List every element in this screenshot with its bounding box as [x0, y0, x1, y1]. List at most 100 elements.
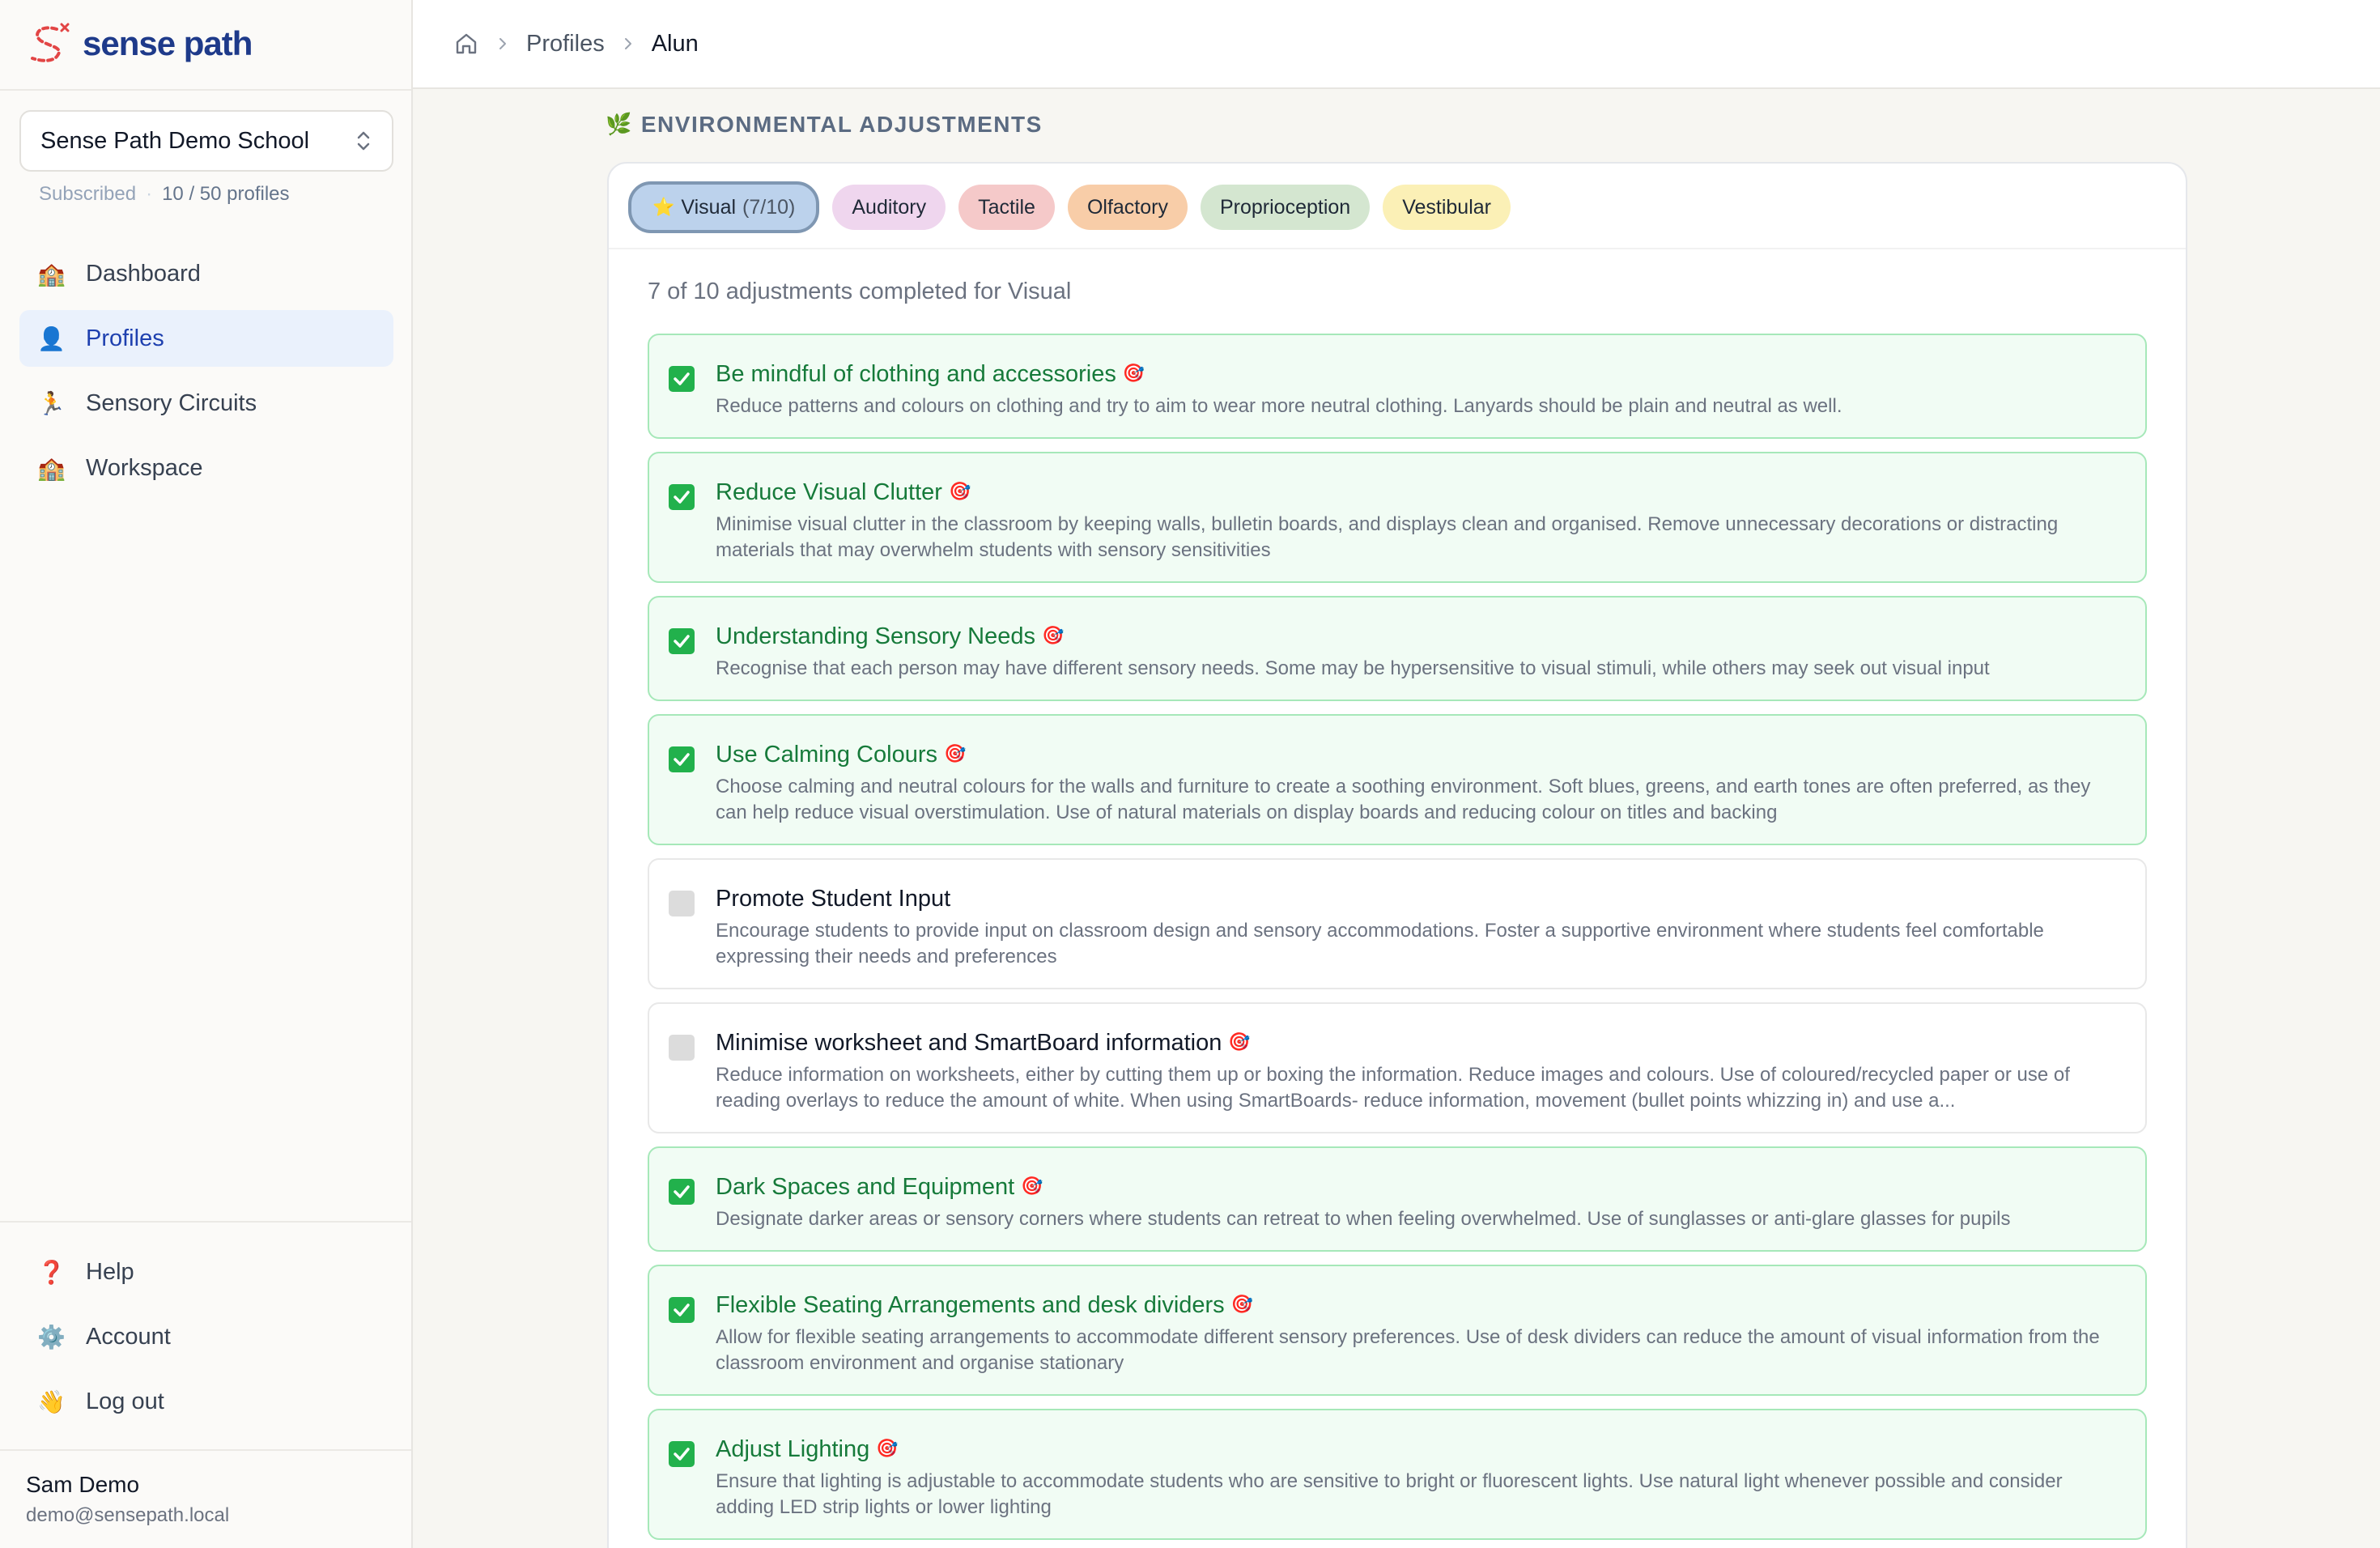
logo[interactable]: sense path	[29, 21, 253, 66]
gear-icon: ⚙️	[37, 1323, 66, 1350]
nav-item-label: Dashboard	[86, 260, 201, 287]
nav-item-label: Account	[86, 1323, 171, 1350]
adjustment-description: Reduce patterns and colours on clothing …	[716, 395, 1842, 417]
tab-proprioception[interactable]: Proprioception	[1200, 185, 1371, 230]
separator-dot: ·	[146, 183, 153, 205]
checked-checkbox[interactable]	[669, 1297, 695, 1323]
school-selector[interactable]: Sense Path Demo School	[19, 110, 393, 172]
question-icon: ❓	[37, 1258, 66, 1286]
nav-item-label: Log out	[86, 1388, 164, 1414]
leaf-icon: 🌿	[606, 113, 633, 137]
nav-item-label: Workspace	[86, 454, 203, 481]
tab-auditory[interactable]: Auditory	[832, 185, 946, 230]
checked-checkbox[interactable]	[669, 628, 695, 654]
running-person-icon: 🏃	[37, 389, 66, 417]
checkmark-icon	[674, 491, 690, 504]
adjustment-card[interactable]: Adjust Lighting 🎯 Ensure that lighting is …	[648, 1409, 2147, 1540]
nav-item-workspace[interactable]: 🏫 Workspace	[19, 440, 393, 496]
nav-item-profiles[interactable]: 👤 Profiles	[19, 310, 393, 367]
adjustment-title: Use Calming Colours 🎯	[716, 740, 2113, 769]
school-icon: 🏫	[37, 260, 66, 287]
sense-path-logo-icon	[31, 23, 70, 62]
tab-tactile[interactable]: Tactile	[958, 185, 1055, 230]
adjustment-card[interactable]: Be mindful of clothing and accessories 🎯 R…	[648, 334, 2147, 439]
nav-item-label: Sensory Circuits	[86, 389, 257, 416]
chevron-right-icon	[624, 38, 631, 49]
divider	[0, 1449, 411, 1451]
nav-item-help[interactable]: ❓ Help	[19, 1244, 393, 1300]
target-icon: 🎯	[876, 1439, 899, 1459]
section-title: 🌿 ENVIRONMENTAL ADJUSTMENTS	[606, 112, 1043, 138]
home-icon[interactable]	[453, 31, 479, 57]
adjustment-description: Choose calming and neutral colours for t…	[716, 776, 2091, 823]
adjustment-title: Be mindful of clothing and accessories 🎯	[716, 359, 2113, 389]
adjustment-card[interactable]: Use Calming Colours 🎯 Choose calming and n…	[648, 714, 2147, 845]
adjustment-title: Adjust Lighting 🎯	[716, 1435, 2113, 1464]
tab-vestibular[interactable]: Vestibular	[1383, 185, 1511, 230]
tab-olfactory[interactable]: Olfactory	[1067, 185, 1188, 230]
user-name: Sam Demo	[26, 1472, 140, 1497]
checked-checkbox[interactable]	[669, 366, 695, 392]
tab-label: Tactile	[978, 195, 1035, 219]
completion-summary: 7 of 10 adjustments completed for Visual	[648, 279, 1072, 304]
adjustment-title: Reduce Visual Clutter 🎯	[716, 478, 2113, 507]
nav-item-account[interactable]: ⚙️ Account	[19, 1308, 393, 1365]
unchecked-checkbox[interactable]	[669, 1035, 695, 1061]
profile-count: 10 / 50 profiles	[162, 183, 290, 205]
nav-item-label: Help	[86, 1258, 134, 1285]
breadcrumb: Profiles Alun	[413, 0, 2380, 89]
adjustment-card[interactable]: Minimise worksheet and SmartBoard inform…	[648, 1002, 2147, 1133]
logo-text: sense path	[83, 24, 253, 62]
school-building-icon: 🏫	[37, 454, 66, 482]
unchecked-checkbox[interactable]	[669, 891, 695, 916]
adjustment-card[interactable]: Flexible Seating Arrangements and desk d…	[648, 1265, 2147, 1396]
tab-label: Visual	[681, 195, 737, 219]
nav-item-sensory-circuits[interactable]: 🏃 Sensory Circuits	[19, 375, 393, 432]
user-email: demo@sensepath.local	[26, 1504, 230, 1526]
adjustment-title-text: Use Calming Colours	[716, 742, 937, 768]
school-name: Sense Path Demo School	[40, 127, 310, 154]
tab-visual[interactable]: ⭐ Visual (7/10)	[628, 181, 820, 233]
adjustment-title-text: Understanding Sensory Needs	[716, 623, 1035, 649]
secondary-nav: ❓ Help ⚙️ Account 👋 Log out	[19, 1244, 393, 1438]
adjustment-title: Flexible Seating Arrangements and desk d…	[716, 1291, 2113, 1320]
adjustment-card[interactable]: Promote Student Input Encourage students …	[648, 858, 2147, 989]
section-title-text: ENVIRONMENTAL ADJUSTMENTS	[640, 112, 1043, 137]
adjustments-panel: ⭐ Visual (7/10) Auditory Tactile Olfacto…	[607, 162, 2187, 1548]
person-icon: 👤	[37, 325, 66, 352]
adjustment-title-text: Dark Spaces and Equipment	[716, 1174, 1015, 1200]
adjustment-description: Encourage students to provide input on c…	[716, 920, 2044, 968]
breadcrumb-profiles[interactable]: Profiles	[526, 31, 605, 57]
adjustment-card[interactable]: Understanding Sensory Needs 🎯 Recognise th…	[648, 596, 2147, 701]
divider	[0, 1221, 411, 1223]
adjustment-title-text: Adjust Lighting	[716, 1436, 870, 1462]
nav-item-label: Profiles	[86, 325, 164, 351]
checked-checkbox[interactable]	[669, 484, 695, 510]
waving-hand-icon: 👋	[37, 1388, 66, 1415]
subscription-info: Subscribed · 10 / 50 profiles	[39, 183, 290, 206]
adjustment-title: Promote Student Input	[716, 884, 2113, 913]
target-icon: 🎯	[948, 482, 971, 502]
target-icon: 🎯	[1122, 364, 1145, 384]
adjustment-description: Ensure that lighting is adjustable to ac…	[716, 1470, 2063, 1518]
adjustment-title: Dark Spaces and Equipment 🎯	[716, 1172, 2113, 1201]
nav-item-dashboard[interactable]: 🏫 Dashboard	[19, 245, 393, 302]
checked-checkbox[interactable]	[669, 1179, 695, 1205]
star-icon: ⭐	[652, 197, 675, 218]
adjustment-card[interactable]: Dark Spaces and Equipment 🎯 Designate dark…	[648, 1146, 2147, 1252]
adjustment-description: Recognise that each person may have diff…	[716, 657, 1990, 679]
checked-checkbox[interactable]	[669, 746, 695, 772]
adjustment-list: Be mindful of clothing and accessories 🎯 R…	[648, 334, 2147, 1548]
adjustment-card[interactable]: Reduce Visual Clutter 🎯 Minimise visual cl…	[648, 452, 2147, 583]
checked-checkbox[interactable]	[669, 1441, 695, 1467]
adjustment-title-text: Promote Student Input	[716, 886, 951, 912]
target-icon: 🎯	[944, 744, 967, 764]
target-icon: 🎯	[1021, 1176, 1043, 1197]
sense-tabs: ⭐ Visual (7/10) Auditory Tactile Olfacto…	[628, 181, 1511, 233]
target-icon: 🎯	[1041, 626, 1065, 646]
checkmark-icon	[674, 1185, 690, 1198]
nav-item-log-out[interactable]: 👋 Log out	[19, 1373, 393, 1430]
breadcrumb-current: Alun	[651, 30, 699, 57]
adjustment-title-text: Be mindful of clothing and accessories	[716, 361, 1116, 387]
adjustment-title-text: Minimise worksheet and SmartBoard inform…	[716, 1030, 1222, 1056]
